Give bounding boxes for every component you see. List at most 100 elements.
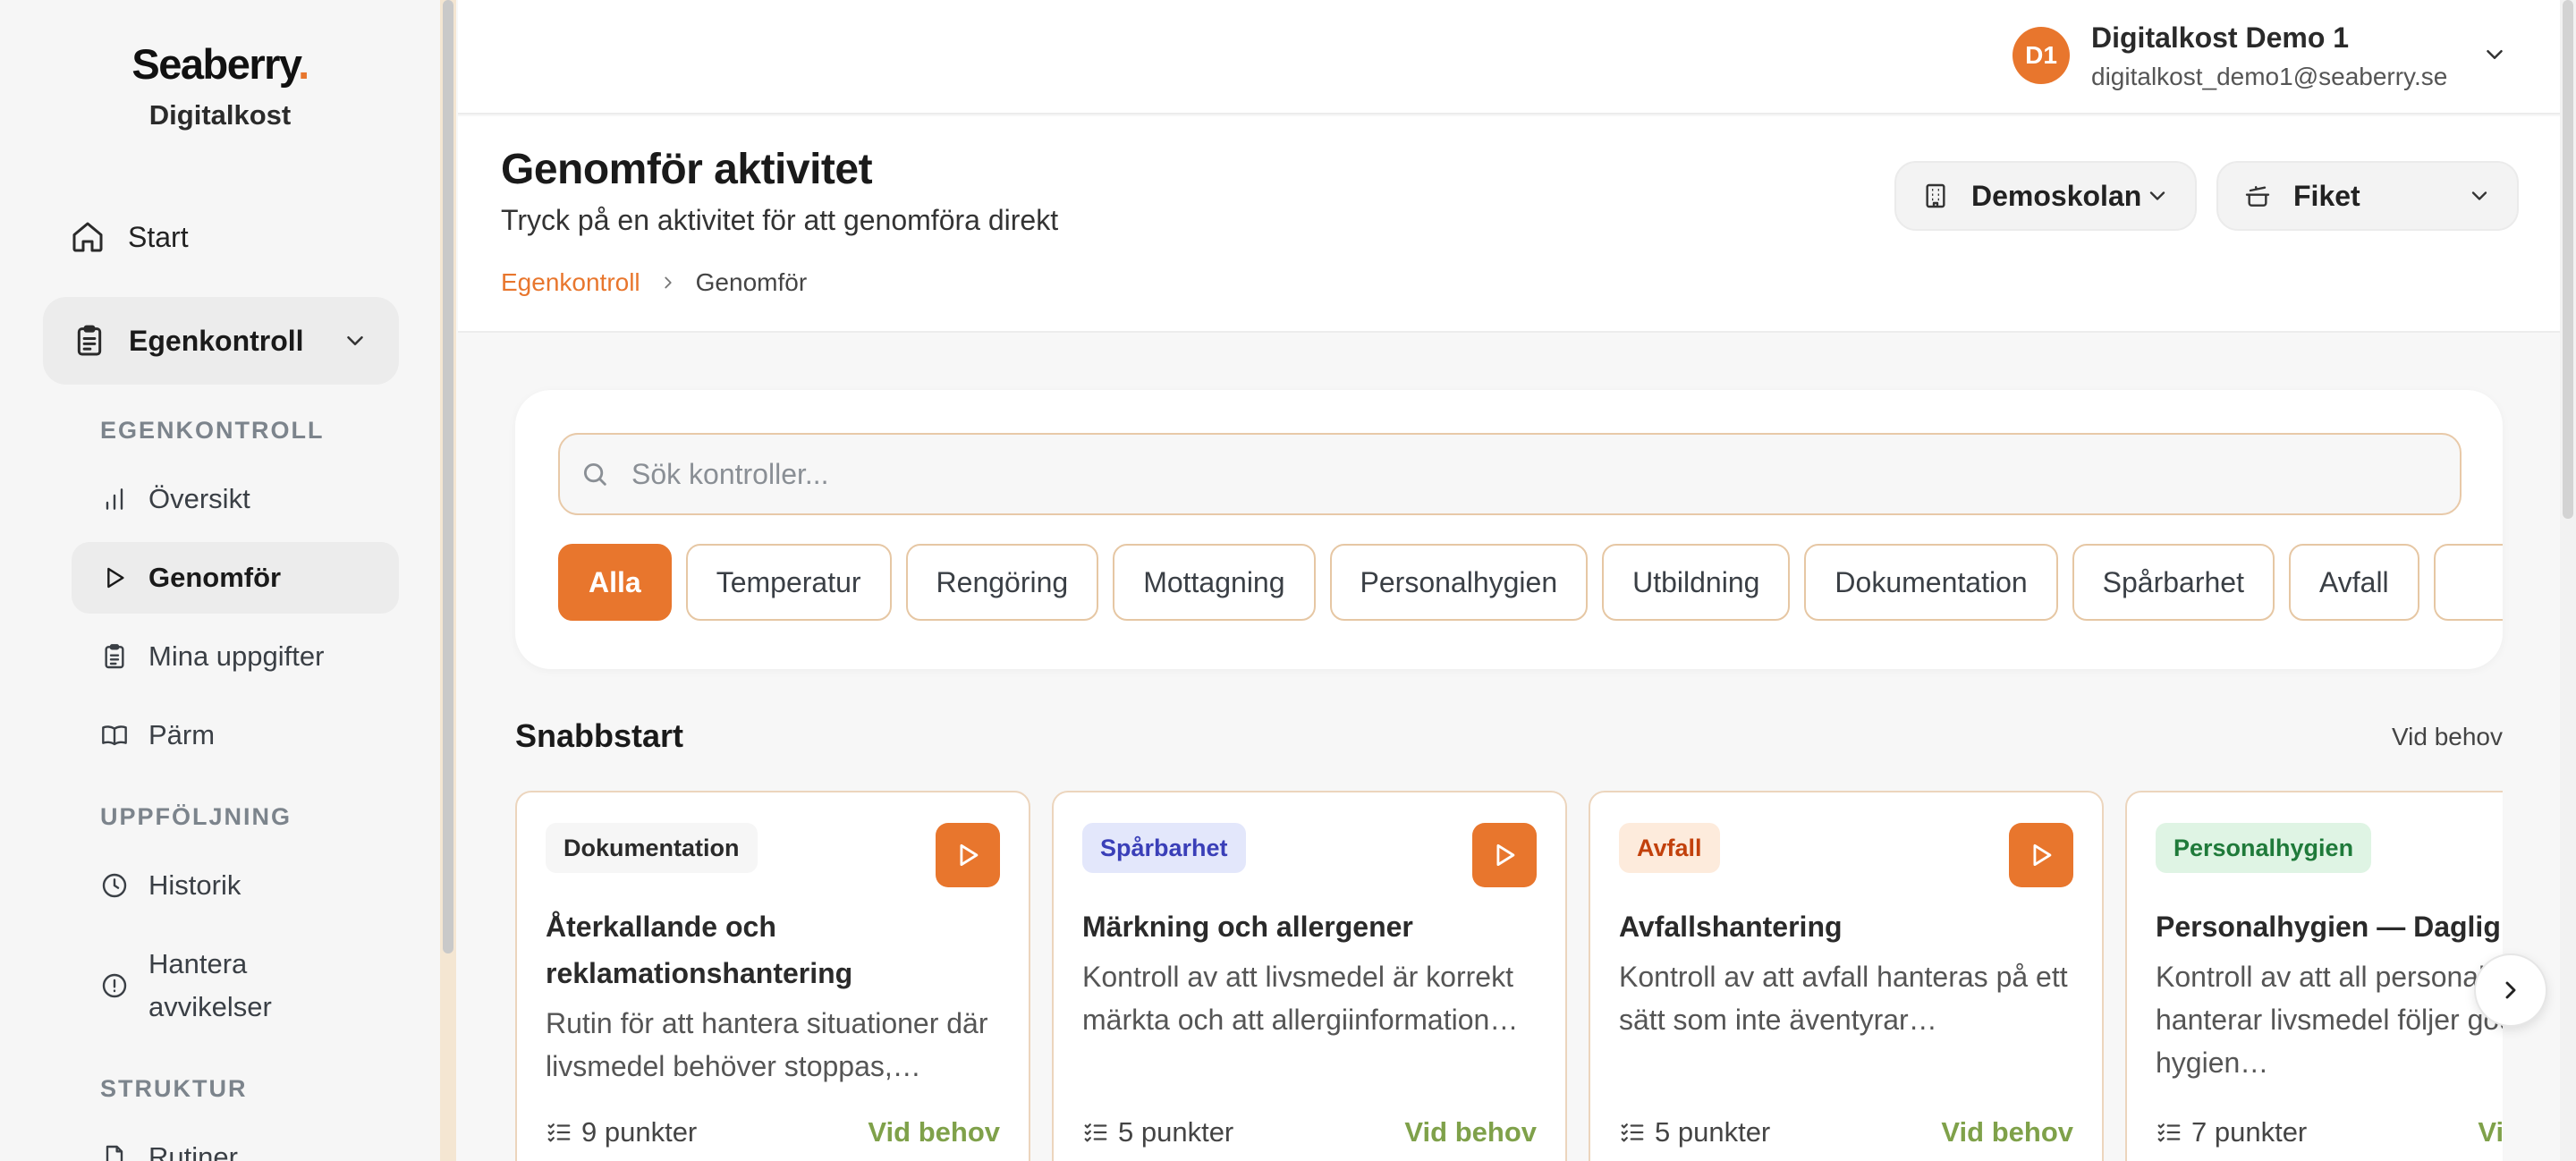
sidebar-scrollbar-thumb[interactable] [443, 0, 453, 953]
activity-footer: 5 punkter Vid behov [1082, 1116, 1537, 1148]
cooking-pot-icon [2245, 186, 2270, 207]
play-icon [960, 843, 979, 867]
avatar[interactable]: D1 [2012, 27, 2070, 84]
sidebar-item-label: Rutiner [148, 1141, 238, 1161]
file-icon [106, 1145, 123, 1161]
sidebar-group-egenkontroll[interactable]: Egenkontroll [43, 297, 399, 385]
quickstart-carousel: Dokumentation Återkallande och reklamati… [515, 791, 2503, 1161]
start-activity-button[interactable] [936, 823, 1000, 887]
search-icon [583, 462, 606, 486]
clock-icon [102, 873, 127, 898]
chevron-down-icon [347, 336, 363, 345]
sidebar-item-oversikt[interactable]: Översikt [72, 463, 399, 535]
school-select[interactable]: Demoskolan [1894, 161, 2197, 231]
sidebar-item-genomfor[interactable]: Genomför [72, 542, 399, 614]
breadcrumb-link-egenkontroll[interactable]: Egenkontroll [501, 268, 640, 297]
activity-title: Återkallande och reklamationshantering [546, 911, 853, 989]
chevron-down-icon [2471, 191, 2487, 200]
top-bar: D1 Digitalkost Demo 1 digitalkost_demo1@… [458, 0, 2576, 114]
sidebar-item-label: Historik [148, 869, 242, 901]
section-heading-uppfoljning: UPPFÖLJNING [100, 803, 292, 830]
search-input[interactable] [631, 457, 2460, 491]
activity-description: Kontroll av att livsmedel är korrekt mär… [1082, 961, 1519, 1036]
start-activity-button[interactable] [2009, 823, 2073, 887]
sidebar-item-historik[interactable]: Historik [72, 850, 399, 921]
activity-title: Personalhygien — Daglig kontroll [2156, 911, 2503, 943]
filter-chip-temperatur[interactable]: Temperatur [685, 544, 892, 621]
search-box[interactable] [558, 433, 2462, 515]
activity-card[interactable]: Personalhygien Personalhygien — Daglig k… [2125, 791, 2503, 1161]
chevron-right-icon [2505, 981, 2516, 999]
page-header: Genomför aktivitet Tryck på en aktivitet… [458, 116, 2576, 333]
filter-chip-dokumentation[interactable]: Dokumentation [1804, 544, 2058, 621]
page-subtitle: Tryck på en aktivitet för att genomföra … [501, 204, 1059, 236]
sidebar-item-hantera-avvikelser[interactable]: Hantera avvikelser [72, 941, 399, 1030]
brand-subtitle: Digitalkost [148, 99, 292, 131]
home-icon [72, 222, 103, 252]
activity-footer: 9 punkter Vid behov [546, 1116, 1000, 1148]
checklist-icon [1084, 1123, 1107, 1142]
filter-chip-rengoring[interactable]: Rengöring [905, 544, 1099, 621]
sidebar-item-start[interactable]: Start [43, 211, 396, 263]
section-heading-struktur: STRUKTUR [100, 1075, 248, 1102]
page-title: Genomför aktivitet [501, 146, 873, 193]
carousel-next-button[interactable] [2474, 953, 2547, 1027]
filter-chip-avfall[interactable]: Avfall [2288, 544, 2419, 621]
sidebar-item-label: Hantera avvikelser [148, 948, 272, 1022]
activity-footer: 5 punkter Vid behov [1619, 1116, 2073, 1148]
sidebar-item-rutiner[interactable]: Rutiner [72, 1122, 399, 1161]
school-select-value: Demoskolan [1971, 179, 2142, 212]
brand: Seaberry. Digitalkost [0, 39, 440, 131]
alert-circle-icon [102, 973, 127, 998]
filter-chip-utbildning[interactable]: Utbildning [1602, 544, 1791, 621]
play-icon [1496, 843, 1515, 867]
filter-panel: Alla Temperatur Rengöring Mottagning Per… [515, 390, 2503, 669]
quickstart-title: Snabbstart [515, 717, 684, 754]
activity-points: 9 punkter [581, 1116, 698, 1148]
activity-card[interactable]: Dokumentation Återkallande och reklamati… [515, 791, 1030, 1161]
filter-chip-alla[interactable]: Alla [558, 544, 672, 621]
chevron-right-icon [664, 276, 672, 289]
category-filter-chips: Alla Temperatur Rengöring Mottagning Per… [558, 544, 2503, 621]
category-badge: Avfall [1619, 823, 1720, 873]
activity-description: Rutin för att hantera situationer där li… [546, 1007, 988, 1082]
category-badge: Personalhygien [2156, 823, 2372, 873]
activity-title: Avfallshantering [1619, 911, 1843, 943]
filter-chip-more[interactable] [2433, 544, 2503, 621]
breadcrumb-current: Genomför [695, 268, 808, 296]
kitchen-select-value: Fiket [2293, 179, 2360, 212]
filter-chip-mottagning[interactable]: Mottagning [1113, 544, 1316, 621]
book-open-icon [102, 725, 127, 746]
sidebar-item-label: Start [128, 220, 189, 253]
start-activity-button[interactable] [1472, 823, 1537, 887]
building-icon [1926, 183, 1945, 208]
filter-chip-personalhygien[interactable]: Personalhygien [1329, 544, 1589, 621]
sidebar-item-label: Översikt [148, 483, 250, 514]
main-content: D1 Digitalkost Demo 1 digitalkost_demo1@… [458, 0, 2576, 1161]
breadcrumb: Egenkontroll Genomför [501, 268, 807, 297]
sidebar-item-parm[interactable]: Pärm [72, 699, 399, 771]
play-icon [107, 567, 124, 589]
main-scrollbar-thumb[interactable] [2563, 0, 2573, 519]
section-heading-egenkontroll: EGENKONTROLL [100, 417, 325, 444]
activity-points: 5 punkter [1655, 1116, 1771, 1148]
activity-frequency: Vid behov [2478, 1116, 2503, 1148]
activity-frequency: Vid behov [868, 1116, 1000, 1148]
category-badge: Dokumentation [546, 823, 758, 873]
activity-card[interactable]: Avfall Avfallshantering Kontroll av att … [1589, 791, 2104, 1161]
user-name[interactable]: Digitalkost Demo 1 [2091, 21, 2349, 55]
quickstart-filter-label[interactable]: Vid behov [2392, 723, 2503, 751]
sidebar-item-label: Pärm [148, 719, 216, 750]
brand-logo[interactable]: Seaberry. [0, 39, 440, 89]
play-icon [2033, 843, 2052, 867]
activity-points: 7 punkter [2191, 1116, 2308, 1148]
kitchen-select[interactable]: Fiket [2216, 161, 2519, 231]
sidebar: Seaberry. Digitalkost Start Egenkontroll… [0, 0, 440, 1161]
clipboard-icon [77, 325, 102, 356]
filter-chip-sparbarhet[interactable]: Spårbarhet [2072, 544, 2275, 621]
bar-chart-icon [106, 488, 123, 510]
sidebar-item-mina-uppgifter[interactable]: Mina uppgifter [72, 621, 399, 692]
chevron-down-icon[interactable] [2481, 41, 2508, 68]
activity-frequency: Vid behov [1941, 1116, 2073, 1148]
activity-card[interactable]: Spårbarhet Märkning och allergener Kontr… [1052, 791, 1567, 1161]
